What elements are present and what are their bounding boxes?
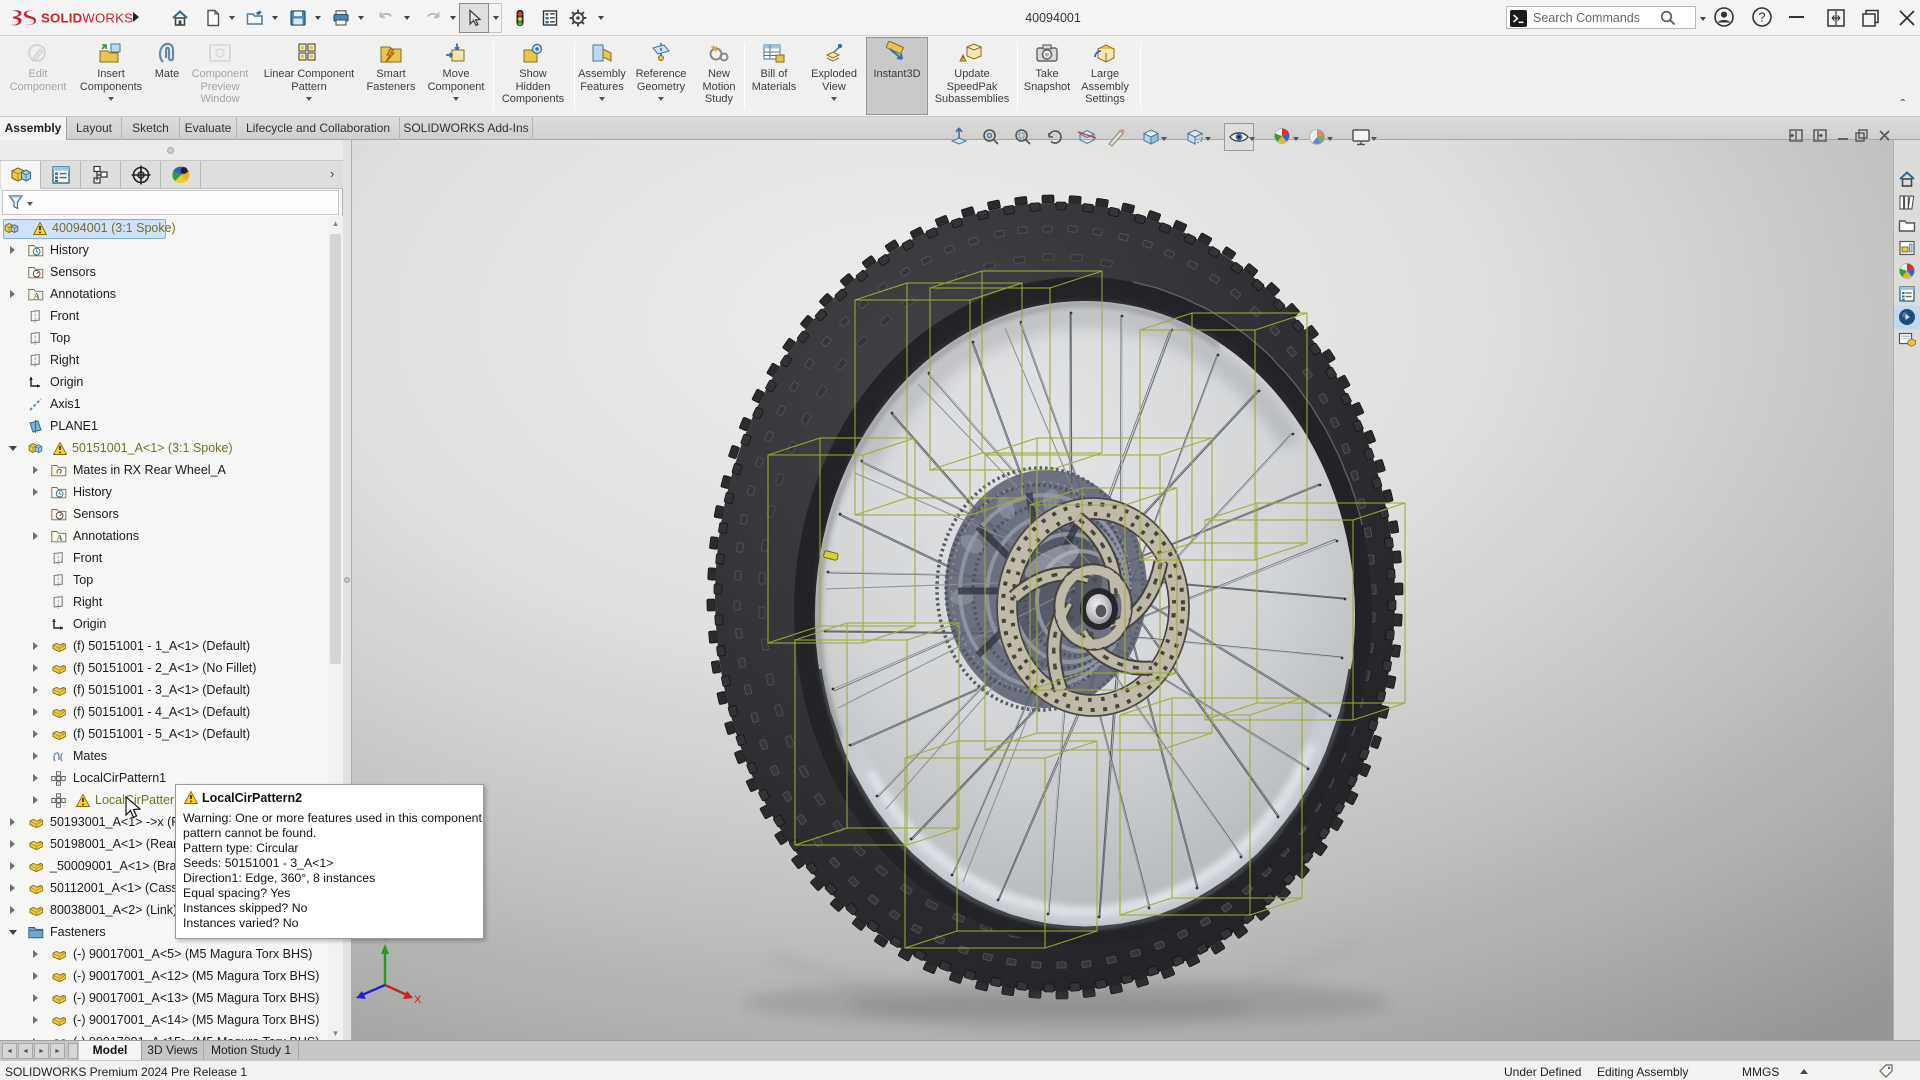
svg-text:A: A bbox=[34, 292, 40, 301]
svg-text:?: ? bbox=[1758, 10, 1765, 25]
svg-text:SOLIDWORKS: SOLIDWORKS bbox=[41, 11, 133, 26]
svg-text:A: A bbox=[57, 534, 63, 543]
svg-text:X: X bbox=[414, 994, 422, 1006]
